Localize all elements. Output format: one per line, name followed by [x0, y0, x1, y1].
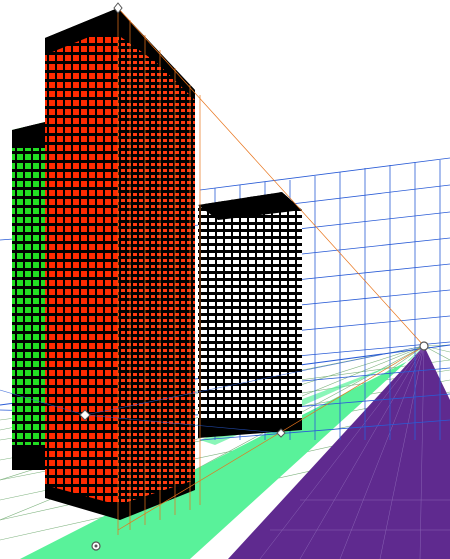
perspective-scene[interactable] [0, 0, 450, 559]
red-building [45, 8, 195, 520]
perspective-grid-canvas[interactable] [0, 0, 450, 559]
ground-level-handle[interactable] [91, 541, 101, 551]
circle-handle-icon[interactable] [419, 341, 429, 351]
target-dot [94, 544, 98, 548]
white-building [198, 192, 302, 438]
vanishing-point-handle[interactable] [419, 341, 429, 351]
green-building [12, 122, 45, 470]
